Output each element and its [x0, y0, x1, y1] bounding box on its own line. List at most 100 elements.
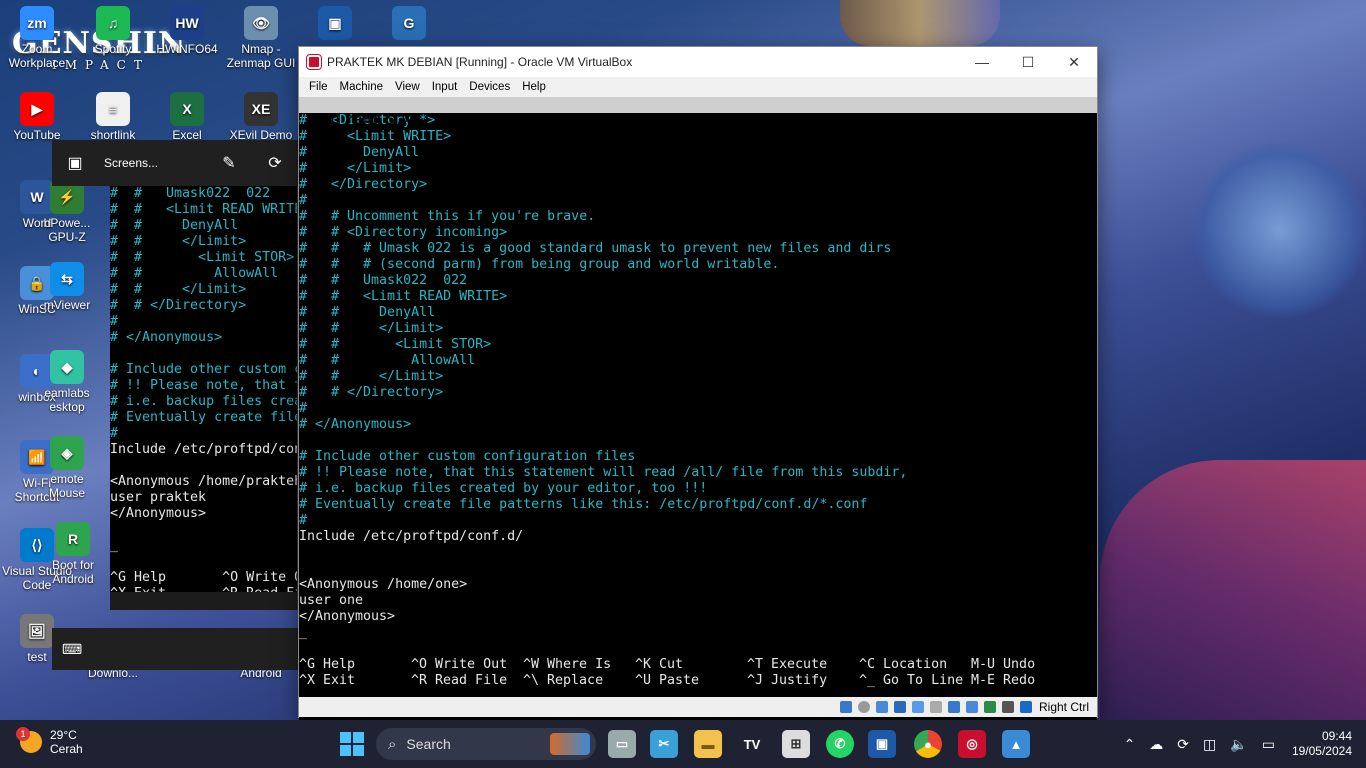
shortcut-key: ^O	[411, 657, 428, 672]
recording-icon[interactable]	[965, 701, 978, 713]
shortcut-item: ^X Exit	[299, 673, 411, 689]
menu-input[interactable]: Input	[426, 81, 464, 93]
shortcut-key: ^\	[523, 673, 540, 688]
menu-bar: File Machine View Input Devices Help	[299, 77, 1097, 97]
keyboard-icon[interactable]: ⌨	[62, 641, 82, 658]
shortcut-key: ^T	[747, 657, 764, 672]
taskbar-search[interactable]: ⌕ Search	[376, 728, 596, 760]
terminal-line: #	[299, 513, 308, 528]
shortcut-label: Help	[323, 657, 356, 672]
menu-file[interactable]: File	[303, 81, 334, 93]
start-button[interactable]	[340, 732, 364, 756]
usb-icon[interactable]	[911, 701, 924, 713]
desktop-icon-bootandroid[interactable]: R Boot for Android	[38, 522, 108, 586]
chrome-icon[interactable]: ●	[914, 730, 942, 758]
desktop-icon-label: eamlabs esktop	[44, 386, 90, 414]
virtualbox-taskbar-icon[interactable]: ▣	[868, 730, 896, 758]
desktop-icon-label: mViewer	[43, 298, 91, 312]
battery-icon[interactable]: ▭	[1262, 736, 1275, 753]
terminal-line: # # </Limit>	[299, 369, 444, 384]
menu-view[interactable]: View	[389, 81, 426, 93]
desktop-icon-nmap[interactable]: 👁 Nmap - Zenmap GUI	[226, 6, 296, 70]
shortcut-item: M-E Redo	[971, 673, 1083, 689]
cpu-icon[interactable]	[983, 701, 996, 713]
menu-help[interactable]: Help	[516, 81, 552, 93]
minimize-button[interactable]: —	[959, 47, 1005, 77]
background-terminal-scrollbar	[110, 592, 297, 610]
network-tool-icon[interactable]: ⊞	[782, 730, 810, 758]
task-view-icon[interactable]: ▭	[608, 730, 636, 758]
desktop-icon-teamviewer[interactable]: ⇆ mViewer	[32, 262, 102, 312]
terminal-line: # # </Limit>	[110, 282, 247, 297]
tradingview-icon[interactable]: TV	[738, 730, 766, 758]
weather-condition: Cerah	[50, 742, 83, 756]
whatsapp-icon[interactable]: ✆	[826, 730, 854, 758]
clock[interactable]: 09:44 19/05/2024	[1292, 729, 1352, 759]
desktop-icon-spotify[interactable]: ♫ Spotify	[78, 6, 148, 56]
background-terminal-text: # # Umask022 022 # # <Limit READ WRITE> # …	[110, 186, 297, 602]
terminal-line: # !! Please note, that this statement wi…	[299, 465, 908, 480]
shortcut-label: Go To Line	[883, 673, 964, 688]
terminal-line	[299, 433, 1097, 449]
desktop-icon-excel[interactable]: X Excel	[152, 92, 222, 142]
cloud-icon[interactable]: ☁	[1149, 736, 1163, 753]
photos-icon[interactable]: ▲	[1002, 730, 1030, 758]
vm-screen[interactable]: GNU nano 5.4 /etc/proftpd/proftpd.conf *…	[299, 97, 1097, 741]
desktop-icon-remote-mouse[interactable]: ◈ emote Mouse	[32, 436, 102, 500]
shortcut-item: ^J Justify	[747, 673, 859, 689]
shortcut-label: Exit	[323, 673, 356, 688]
debian-vm-icon[interactable]: ◎	[958, 730, 986, 758]
spotify-icon: ♫	[96, 6, 130, 40]
background-terminal[interactable]: # # Umask022 022 # # <Limit READ WRITE> # …	[110, 186, 298, 610]
shortcut-item: ^\ Replace	[523, 673, 635, 689]
desktop-icon-gns3[interactable]: G	[374, 6, 444, 42]
file-explorer-icon[interactable]: ▬	[694, 730, 722, 758]
menu-devices[interactable]: Devices	[463, 81, 516, 93]
shortcut-key: ^K	[635, 657, 652, 672]
snipping-tool-icon[interactable]: ✂	[650, 730, 678, 758]
storage-icon[interactable]	[839, 701, 852, 713]
desktop-icon-xevil[interactable]: XE XEvil Demo	[226, 92, 296, 142]
volume-icon[interactable]: 🔈	[1230, 736, 1247, 753]
edit-icon[interactable]: ✎	[206, 153, 252, 173]
maximize-button[interactable]: ☐	[1005, 47, 1051, 77]
network-icon[interactable]	[893, 701, 906, 713]
shared-folder-icon[interactable]	[929, 701, 942, 713]
share-icon[interactable]: ⟳	[252, 153, 298, 173]
shortcut-item: ^_ Go To Line	[859, 673, 971, 689]
terminal-line: Include /etc/proftpd/con	[110, 442, 298, 457]
title-bar[interactable]: PRAKTEK MK DEBIAN [Running] - Oracle VM …	[299, 47, 1097, 77]
shortcut-key: ^J	[747, 673, 764, 688]
menu-machine[interactable]: Machine	[334, 81, 389, 93]
desktop-icon-virtualbox-desk[interactable]: ▣	[300, 6, 370, 42]
display-icon[interactable]	[947, 701, 960, 713]
mouse-integration-icon[interactable]	[1001, 701, 1014, 713]
sync-icon[interactable]: ⟳	[1177, 736, 1189, 753]
close-button[interactable]: ✕	[1051, 47, 1097, 77]
keyboard-capture-icon[interactable]	[1019, 701, 1032, 713]
desktop-icon-streamlabs[interactable]: ◆ eamlabs esktop	[32, 350, 102, 414]
terminal-line: # # # (second parm) from being group and…	[299, 257, 780, 272]
weather-widget[interactable]: 1 29°C Cerah	[16, 727, 83, 756]
terminal-line: # # </Directory>	[299, 385, 444, 400]
youtube-icon: ▶	[20, 92, 54, 126]
wifi-icon[interactable]: ◫	[1203, 736, 1216, 753]
terminal-line: # Eventually create file	[110, 410, 298, 425]
audio-icon[interactable]	[875, 701, 888, 713]
desktop-icon-youtube[interactable]: ▶ YouTube	[2, 92, 72, 142]
nano-editor-text[interactable]: # <Directory *> # <Limit WRITE> # DenyAll #…	[299, 113, 1097, 641]
chevron-up-icon[interactable]: ⌃	[1124, 736, 1136, 753]
gallery-icon[interactable]: ▣	[52, 153, 98, 173]
desktop-icon-hwinfo[interactable]: HW HWiNFO64	[152, 6, 222, 56]
desktop-icon-shortlink[interactable]: ≡ shortlink	[78, 92, 148, 142]
terminal-line: # Include other custom c	[110, 362, 298, 377]
desktop-icon-hpower[interactable]: ⚡ hPowe... GPU-Z	[32, 180, 102, 244]
wallpaper-ornament	[840, 0, 1000, 46]
desktop-icon-zoom[interactable]: zm Zoom Workplace	[2, 6, 72, 70]
terminal-line: #	[110, 314, 119, 329]
shortcut-item: M-U Undo	[971, 657, 1083, 673]
optical-drive-icon[interactable]	[857, 701, 870, 713]
shortcut-label: Replace	[547, 673, 604, 688]
shortcut-key: ^G	[299, 657, 316, 672]
terminal-line: # # <Limit STOR>	[299, 337, 492, 352]
